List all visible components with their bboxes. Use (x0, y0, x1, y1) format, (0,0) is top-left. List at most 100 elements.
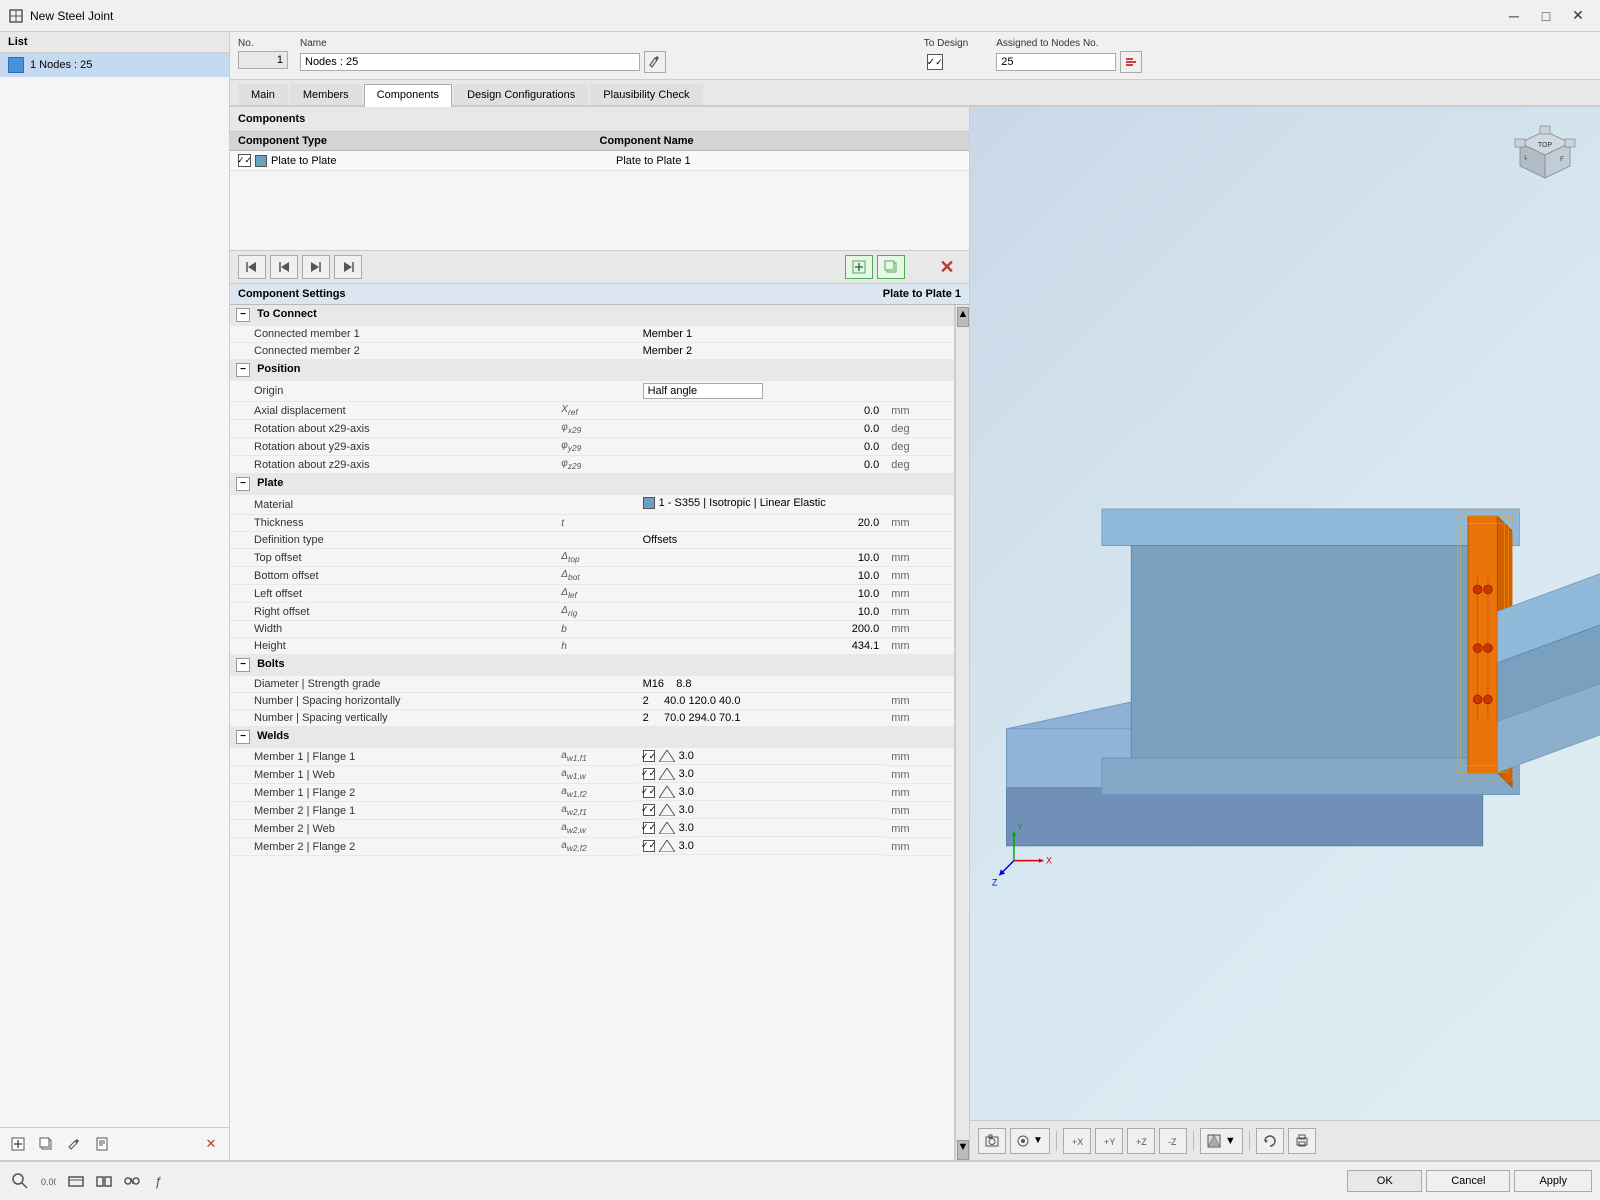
name-input[interactable] (300, 53, 640, 71)
apply-button[interactable]: Apply (1514, 1170, 1592, 1192)
copy-button[interactable] (34, 1132, 58, 1156)
delete-list-button[interactable]: ✕ (199, 1132, 223, 1156)
vp-render-dropdown[interactable]: ▼ (1200, 1128, 1243, 1154)
section-toggle-to-connect[interactable]: − (236, 308, 250, 322)
nav-next-button[interactable] (302, 255, 330, 279)
comp-settings-name: Plate to Plate 1 (883, 288, 961, 300)
add-button[interactable] (6, 1132, 30, 1156)
label-thickness: Thickness (230, 515, 555, 532)
tab-design-configurations[interactable]: Design Configurations (454, 84, 588, 105)
vp-zminus-button[interactable]: -Z (1159, 1128, 1187, 1154)
value-weld-m1w: ✓ 3.0 (637, 766, 886, 783)
section-toggle-plate[interactable]: − (236, 477, 250, 491)
bottom-table-button[interactable] (120, 1169, 144, 1193)
weld-m2f1-checkbox[interactable]: ✓ (643, 804, 655, 816)
symbol-weld-m1f2: aw1,f2 (555, 784, 636, 802)
tab-components[interactable]: Components (364, 84, 452, 107)
value-bottom-offset: 10.0 (637, 567, 886, 585)
symbol-origin (555, 381, 636, 402)
component-type-cell: Plate to Plate (271, 155, 616, 167)
nav-last-button[interactable] (334, 255, 362, 279)
name-edit-button[interactable] (644, 51, 666, 73)
vp-zplus-button[interactable]: +Z (1127, 1128, 1155, 1154)
value-definition-type: Offsets (637, 532, 954, 549)
vp-yminus-button[interactable]: +Y (1095, 1128, 1123, 1154)
symbol-weld-m1w: aw1,w (555, 766, 636, 784)
cancel-button[interactable]: Cancel (1426, 1170, 1510, 1192)
delete-component-button[interactable]: ✕ (933, 255, 961, 279)
no-input[interactable] (238, 51, 288, 69)
weld-m1f2-checkbox[interactable]: ✓ (643, 786, 655, 798)
tab-members[interactable]: Members (290, 84, 362, 105)
value-connected-member-1: Member 1 (637, 326, 886, 343)
maximize-button[interactable]: □ (1532, 5, 1560, 27)
bottom-decimal-button[interactable]: 0.00 (36, 1169, 60, 1193)
settings-scroll[interactable]: − To Connect Connected member 1 Member 1 (230, 305, 955, 1160)
section-toggle-bolts[interactable]: − (236, 658, 250, 672)
scroll-up-arrow[interactable]: ▲ (957, 307, 969, 327)
tab-plausibility-check[interactable]: Plausibility Check (590, 84, 702, 105)
unit-top-offset: mm (885, 549, 954, 567)
minimize-button[interactable]: ─ (1500, 5, 1528, 27)
row-height: Height h 434.1 mm (230, 638, 954, 655)
add-component-button[interactable] (845, 255, 873, 279)
section-toggle-position[interactable]: − (236, 363, 250, 377)
weld-m2f2-checkbox[interactable]: ✓ (643, 840, 655, 852)
assigned-action-button[interactable] (1120, 51, 1142, 73)
nav-cube[interactable]: TOP L F (1510, 123, 1580, 193)
svg-text:Y: Y (1017, 822, 1023, 832)
component-checkbox[interactable]: ✓ (238, 154, 251, 167)
render-dropdown-arrow: ▼ (1225, 1135, 1236, 1147)
section-toggle-welds[interactable]: − (236, 730, 250, 744)
unit-weld-m1w: mm (885, 766, 954, 784)
weld-m1w-icon (659, 768, 675, 780)
to-design-group: To Design ✓ (924, 38, 968, 73)
scrollbar[interactable]: ▲ ▼ (955, 305, 969, 1160)
zminus-icon: -Z (1166, 1134, 1180, 1148)
unit-rotation-z: deg (885, 456, 954, 474)
assigned-input[interactable] (996, 53, 1116, 71)
value-material[interactable]: 1 - S355 | Isotropic | Linear Elastic (637, 495, 954, 515)
doc-button[interactable] (90, 1132, 114, 1156)
origin-dropdown[interactable]: Half angle (643, 383, 763, 399)
vp-screenshot-button[interactable] (978, 1128, 1006, 1154)
label-right-offset: Right offset (230, 603, 555, 621)
edit-button[interactable] (62, 1132, 86, 1156)
bottom-nodes-button[interactable] (92, 1169, 116, 1193)
omega-icon: ƒ (152, 1173, 168, 1189)
nav-first-button[interactable] (238, 255, 266, 279)
vp-xplus-button[interactable]: +X (1063, 1128, 1091, 1154)
row-origin[interactable]: Origin Half angle (230, 381, 954, 402)
vp-print-button[interactable] (1288, 1128, 1316, 1154)
component-name-cell: Plate to Plate 1 (616, 155, 961, 167)
nav-prev-button[interactable] (270, 255, 298, 279)
row-bottom-offset: Bottom offset Δbot 10.0 mm (230, 567, 954, 585)
label-weld-m2w: Member 2 | Web (230, 820, 555, 838)
bottom-search-button[interactable] (8, 1169, 32, 1193)
scroll-down-arrow[interactable]: ▼ (957, 1140, 969, 1160)
nodes-icon (96, 1173, 112, 1189)
list-item-label: 1 Nodes : 25 (30, 59, 92, 71)
weld-m1f1-checkbox[interactable]: ✓ (643, 750, 655, 762)
component-row[interactable]: ✓ Plate to Plate Plate to Plate 1 (230, 151, 969, 171)
tab-main[interactable]: Main (238, 84, 288, 105)
copy-component-button[interactable] (877, 255, 905, 279)
close-button[interactable]: ✕ (1564, 5, 1592, 27)
section-to-connect: − To Connect (230, 305, 954, 326)
vp-rotate-button[interactable] (1256, 1128, 1284, 1154)
to-design-checkbox[interactable]: ✓ (927, 54, 943, 70)
vp-view-dropdown[interactable]: ▼ (1010, 1128, 1050, 1154)
value-top-offset: 10.0 (637, 549, 886, 567)
unit-left-offset: mm (885, 585, 954, 603)
value-origin[interactable]: Half angle (637, 381, 954, 402)
viewport[interactable]: TOP L F (970, 107, 1600, 1160)
ok-button[interactable]: OK (1347, 1170, 1422, 1192)
weld-m1w-checkbox[interactable]: ✓ (643, 768, 655, 780)
bottom-omega-button[interactable]: ƒ (148, 1169, 172, 1193)
svg-text:+X: +X (1072, 1137, 1083, 1147)
yminus-icon: +Y (1102, 1134, 1116, 1148)
weld-m2w-checkbox[interactable]: ✓ (643, 822, 655, 834)
bottom-frame-button[interactable] (64, 1169, 88, 1193)
list-item[interactable]: 1 Nodes : 25 (0, 53, 229, 77)
value-connected-member-2: Member 2 (637, 343, 886, 360)
